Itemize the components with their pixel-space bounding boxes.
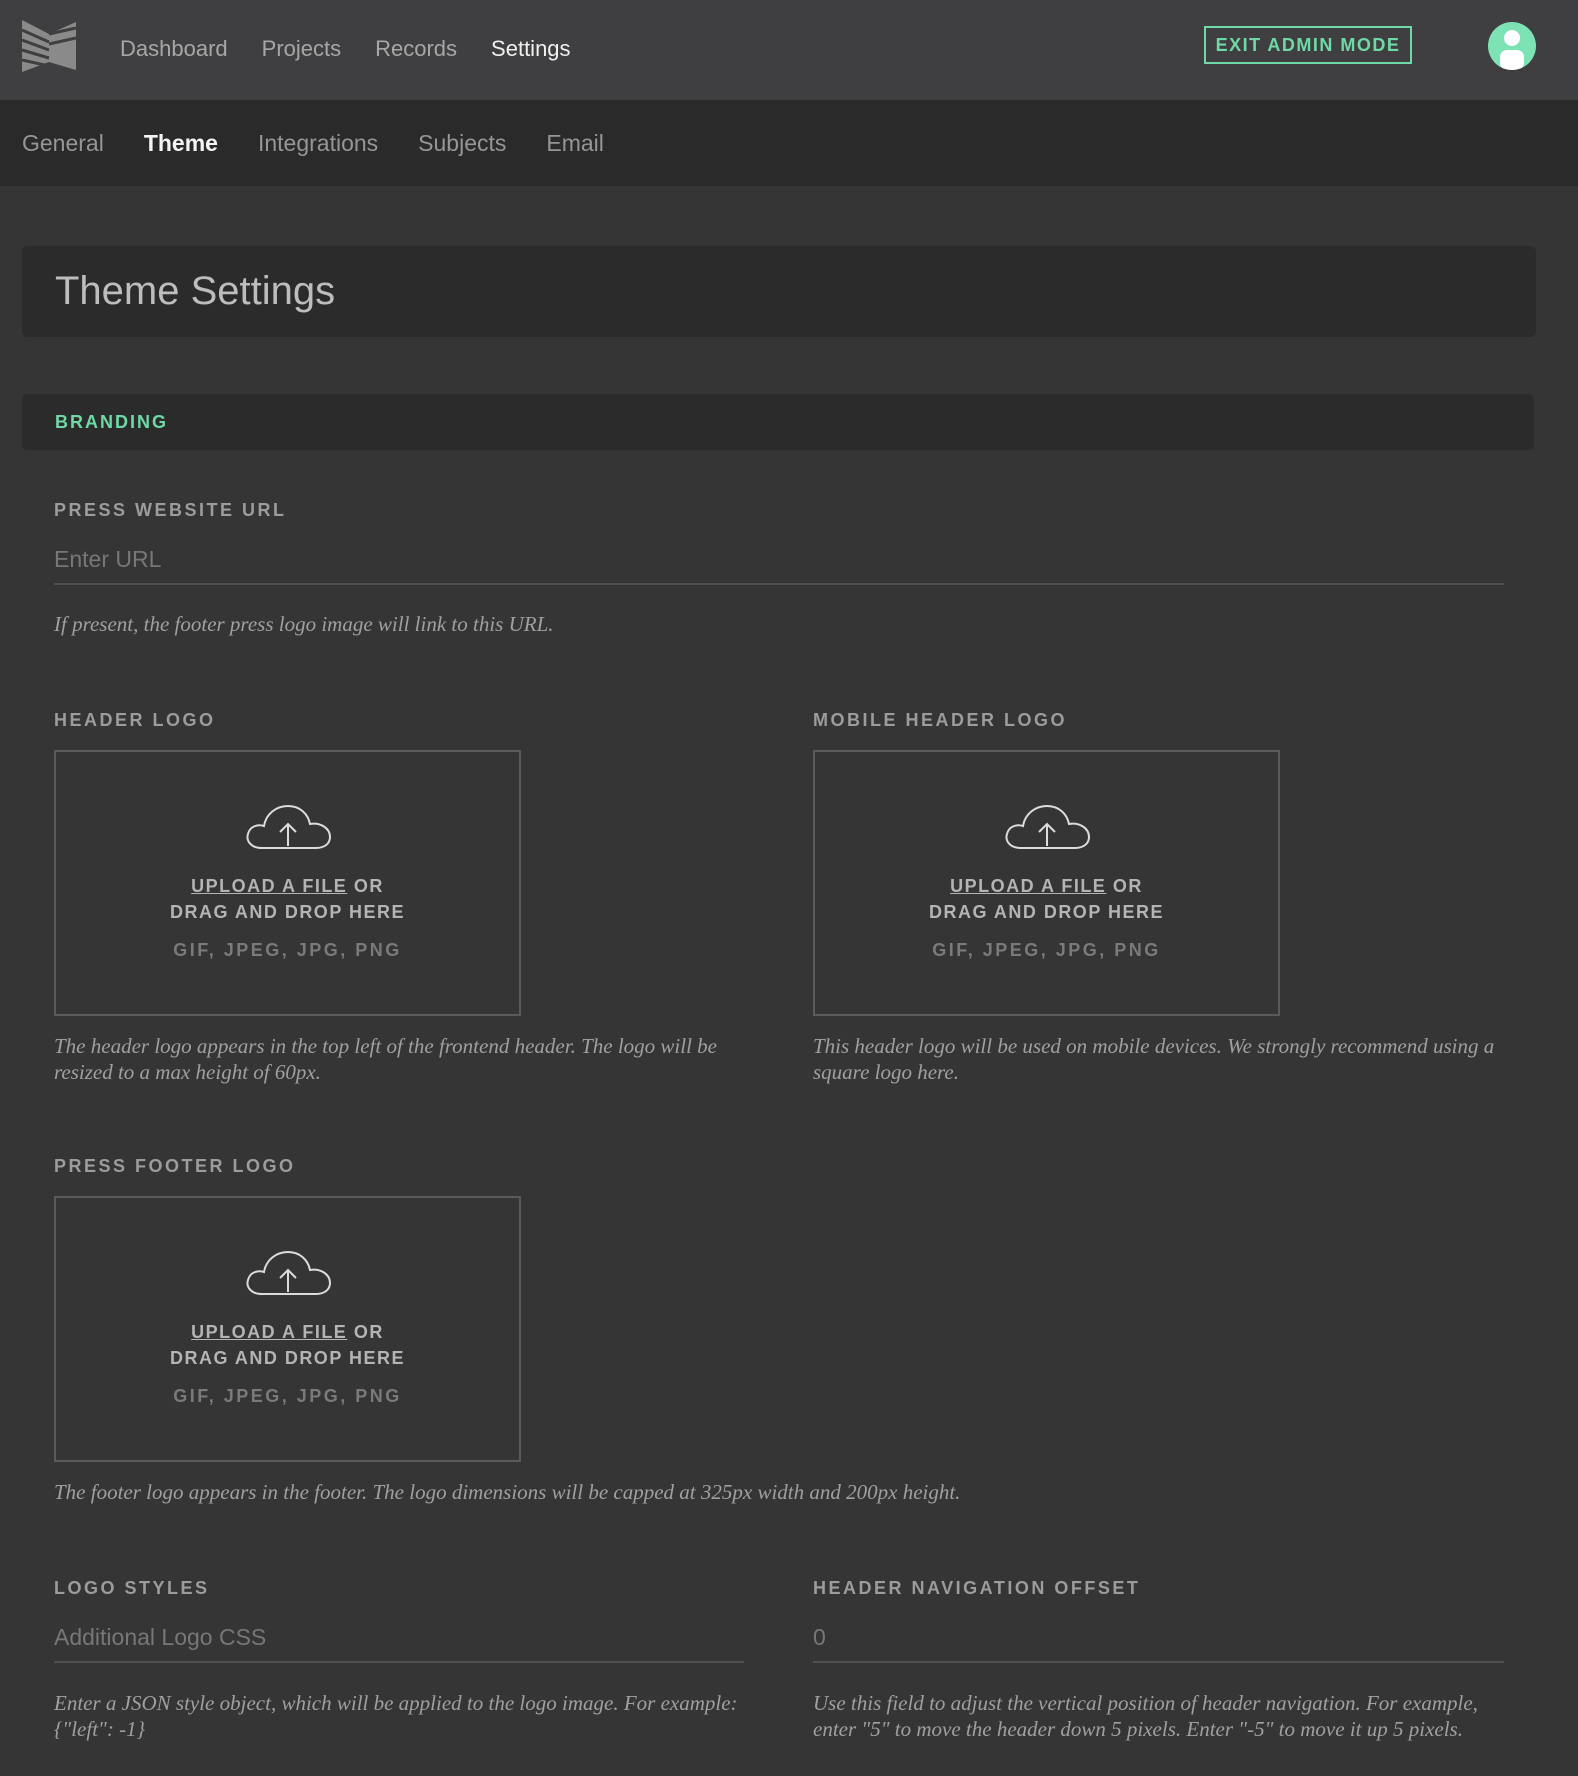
nav-settings[interactable]: Settings: [491, 36, 571, 62]
header-nav-offset-label: HEADER NAVIGATION OFFSET: [813, 1578, 1141, 1598]
tab-theme[interactable]: Theme: [144, 130, 218, 157]
press-footer-logo-help: The footer logo appears in the footer. T…: [54, 1480, 961, 1504]
nav-records[interactable]: Records: [375, 36, 457, 62]
cloud-upload-icon: [246, 1250, 332, 1295]
header-logo-help: The header logo appears in the top left …: [54, 1034, 717, 1084]
cloud-upload-icon: [246, 804, 332, 849]
or-text: OR: [353, 876, 384, 896]
upload-file-link[interactable]: UPLOAD A FILE: [191, 876, 347, 896]
press-footer-logo-label: PRESS FOOTER LOGO: [54, 1156, 296, 1176]
cloud-upload-icon: [1005, 804, 1091, 849]
settings-tabs: General Theme Integrations Subjects Emai…: [22, 100, 644, 186]
press-url-input[interactable]: [54, 535, 1504, 585]
mobile-header-logo-dropzone[interactable]: UPLOAD A FILE OR DRAG AND DROP HERE GIF,…: [813, 750, 1280, 1016]
header-logo-dropzone[interactable]: UPLOAD A FILE OR DRAG AND DROP HERE GIF,…: [54, 750, 521, 1016]
page-title-panel: Theme Settings: [22, 246, 1536, 337]
drag-drop-text: DRAG AND DROP HERE: [928, 902, 1165, 922]
branding-section-header: BRANDING: [22, 394, 1534, 450]
upload-file-link[interactable]: UPLOAD A FILE: [950, 876, 1106, 896]
header-logo-label: HEADER LOGO: [54, 710, 216, 730]
settings-sub-bar: General Theme Integrations Subjects Emai…: [0, 100, 1578, 186]
press-footer-logo-dropzone[interactable]: UPLOAD A FILE OR DRAG AND DROP HERE GIF,…: [54, 1196, 521, 1462]
tab-subjects[interactable]: Subjects: [418, 130, 506, 157]
nav-dashboard[interactable]: Dashboard: [120, 36, 228, 62]
tab-general[interactable]: General: [22, 130, 104, 157]
logo-styles-label: LOGO STYLES: [54, 1578, 210, 1598]
mobile-header-logo-help: This header logo will be used on mobile …: [813, 1034, 1495, 1084]
logo-styles-help: Enter a JSON style object, which will be…: [54, 1691, 738, 1741]
upload-file-link[interactable]: UPLOAD A FILE: [191, 1322, 347, 1342]
page-title: Theme Settings: [55, 269, 336, 313]
or-text: OR: [353, 1322, 384, 1342]
drag-drop-text: DRAG AND DROP HERE: [169, 902, 406, 922]
header-nav-offset-help: Use this field to adjust the vertical po…: [813, 1691, 1478, 1741]
press-url-label: PRESS WEBSITE URL: [54, 500, 287, 520]
file-types-text: GIF, JPEG, JPG, PNG: [932, 940, 1161, 960]
mobile-header-logo-label: MOBILE HEADER LOGO: [813, 710, 1068, 730]
or-text: OR: [1112, 876, 1143, 896]
main-nav: Dashboard Projects Records Settings: [120, 0, 605, 97]
drag-drop-text: DRAG AND DROP HERE: [169, 1348, 406, 1368]
section-title: BRANDING: [55, 412, 168, 432]
tab-email[interactable]: Email: [546, 130, 604, 157]
top-bar: Dashboard Projects Records Settings EXIT…: [0, 0, 1578, 100]
logo-styles-input[interactable]: [54, 1613, 744, 1663]
exit-admin-mode-button[interactable]: EXIT ADMIN MODE: [1204, 26, 1412, 64]
file-types-text: GIF, JPEG, JPG, PNG: [173, 940, 402, 960]
user-avatar-icon[interactable]: [1488, 22, 1536, 70]
press-url-help: If present, the footer press logo image …: [54, 612, 554, 636]
book-logo-icon[interactable]: [22, 20, 76, 72]
header-nav-offset-input[interactable]: [813, 1613, 1504, 1663]
file-types-text: GIF, JPEG, JPG, PNG: [173, 1386, 402, 1406]
tab-integrations[interactable]: Integrations: [258, 130, 378, 157]
nav-projects[interactable]: Projects: [262, 36, 341, 62]
